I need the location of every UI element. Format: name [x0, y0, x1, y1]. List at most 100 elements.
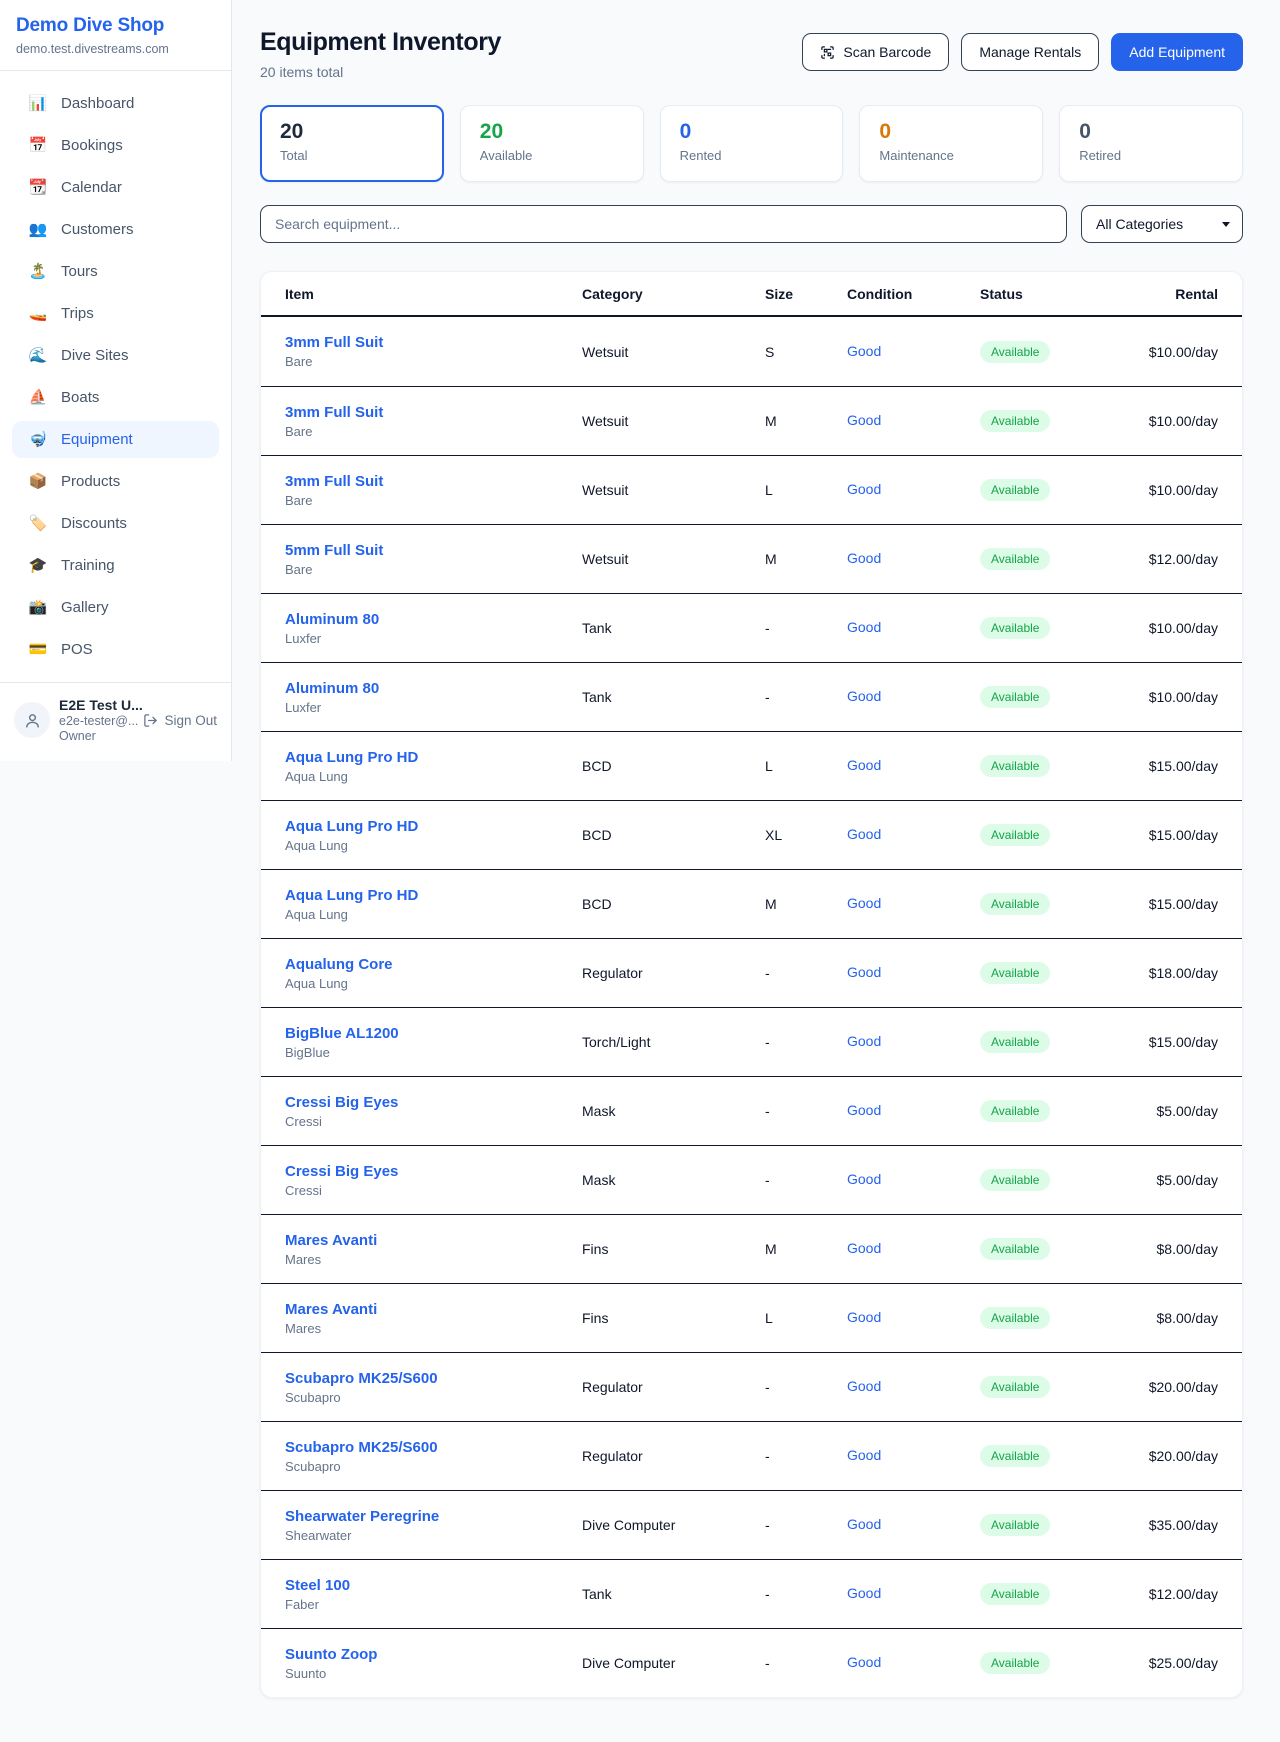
sidebar-item-trips[interactable]: 🚤Trips	[12, 295, 219, 332]
sign-out-button[interactable]: Sign Out	[143, 713, 217, 728]
sidebar-item-equipment[interactable]: 🤿Equipment	[12, 421, 219, 458]
category-cell: Fins	[582, 1241, 765, 1257]
sidebar-item-calendar[interactable]: 📆Calendar	[12, 169, 219, 206]
item-link[interactable]: 3mm Full Suit	[285, 404, 582, 421]
rental-cell: $35.00/day	[1120, 1517, 1218, 1533]
chevron-down-icon	[1222, 222, 1230, 227]
item-cell: Shearwater PeregrineShearwater	[285, 1508, 582, 1543]
condition-link[interactable]: Good	[847, 481, 881, 497]
condition-link[interactable]: Good	[847, 412, 881, 428]
item-link[interactable]: Aqua Lung Pro HD	[285, 749, 582, 766]
manage-rentals-label: Manage Rentals	[979, 44, 1081, 60]
condition-link[interactable]: Good	[847, 1447, 881, 1463]
search-input[interactable]	[260, 205, 1067, 243]
sidebar-item-dashboard[interactable]: 📊Dashboard	[12, 85, 219, 122]
condition-link[interactable]: Good	[847, 343, 881, 359]
condition-link[interactable]: Good	[847, 1102, 881, 1118]
item-link[interactable]: Steel 100	[285, 1577, 582, 1594]
item-link[interactable]: Mares Avanti	[285, 1301, 582, 1318]
user-block: E2E Test U... e2e-tester@... Owner Sign …	[0, 683, 231, 753]
users-icon: 👥	[28, 222, 48, 237]
sidebar-item-bookings[interactable]: 📅Bookings	[12, 127, 219, 164]
condition-link[interactable]: Good	[847, 1309, 881, 1325]
stat-card-maintenance[interactable]: 0Maintenance	[859, 105, 1043, 182]
manage-rentals-button[interactable]: Manage Rentals	[961, 33, 1099, 71]
sidebar-item-boats[interactable]: ⛵Boats	[12, 379, 219, 416]
item-link[interactable]: Cressi Big Eyes	[285, 1163, 582, 1180]
category-select[interactable]: All Categories	[1081, 205, 1243, 243]
speedboat-icon: 🚤	[28, 306, 48, 321]
sidebar-item-discounts[interactable]: 🏷️Discounts	[12, 505, 219, 542]
condition-link[interactable]: Good	[847, 757, 881, 773]
condition-link[interactable]: Good	[847, 826, 881, 842]
scan-barcode-button[interactable]: Scan Barcode	[802, 33, 949, 71]
condition-link[interactable]: Good	[847, 619, 881, 635]
item-link[interactable]: 3mm Full Suit	[285, 334, 582, 351]
condition-link[interactable]: Good	[847, 895, 881, 911]
item-link[interactable]: Aqua Lung Pro HD	[285, 887, 582, 904]
item-link[interactable]: Scubapro MK25/S600	[285, 1370, 582, 1387]
status-badge: Available	[980, 1031, 1050, 1053]
sidebar-item-pos[interactable]: 💳POS	[12, 631, 219, 668]
condition-link[interactable]: Good	[847, 688, 881, 704]
item-link[interactable]: Aqualung Core	[285, 956, 582, 973]
stat-card-rented[interactable]: 0Rented	[660, 105, 844, 182]
condition-link[interactable]: Good	[847, 1033, 881, 1049]
sidebar-item-gallery[interactable]: 📸Gallery	[12, 589, 219, 626]
item-cell: Scubapro MK25/S600Scubapro	[285, 1370, 582, 1405]
status-badge: Available	[980, 755, 1050, 777]
sidebar-item-label: Training	[61, 557, 115, 574]
condition-link[interactable]: Good	[847, 1378, 881, 1394]
item-link[interactable]: 3mm Full Suit	[285, 473, 582, 490]
item-link[interactable]: Aluminum 80	[285, 680, 582, 697]
condition-link[interactable]: Good	[847, 550, 881, 566]
rental-cell: $5.00/day	[1120, 1103, 1218, 1119]
user-role: Owner	[59, 729, 134, 743]
item-link[interactable]: Aluminum 80	[285, 611, 582, 628]
item-brand: Faber	[285, 1597, 582, 1612]
condition-link[interactable]: Good	[847, 1240, 881, 1256]
sidebar-item-customers[interactable]: 👥Customers	[12, 211, 219, 248]
condition-cell: Good	[847, 481, 980, 499]
status-badge: Available	[980, 686, 1050, 708]
item-link[interactable]: Mares Avanti	[285, 1232, 582, 1249]
item-link[interactable]: Scubapro MK25/S600	[285, 1439, 582, 1456]
sidebar-item-tours[interactable]: 🏝️Tours	[12, 253, 219, 290]
item-link[interactable]: Shearwater Peregrine	[285, 1508, 582, 1525]
sidebar-item-products[interactable]: 📦Products	[12, 463, 219, 500]
stat-card-available[interactable]: 20Available	[460, 105, 644, 182]
item-link[interactable]: 5mm Full Suit	[285, 542, 582, 559]
stat-card-total[interactable]: 20Total	[260, 105, 444, 182]
sidebar-item-dive-sites[interactable]: 🌊Dive Sites	[12, 337, 219, 374]
rental-cell: $20.00/day	[1120, 1448, 1218, 1464]
item-cell: Aqua Lung Pro HDAqua Lung	[285, 818, 582, 853]
status-badge: Available	[980, 824, 1050, 846]
table-header-row: ItemCategorySizeConditionStatusRental	[261, 272, 1242, 317]
status-cell: Available	[980, 755, 1120, 777]
condition-link[interactable]: Good	[847, 1171, 881, 1187]
item-link[interactable]: Suunto Zoop	[285, 1646, 582, 1663]
status-cell: Available	[980, 1514, 1120, 1536]
table-row: Steel 100FaberTank-GoodAvailable$12.00/d…	[261, 1559, 1242, 1628]
item-link[interactable]: Cressi Big Eyes	[285, 1094, 582, 1111]
table-row: Aqua Lung Pro HDAqua LungBCDMGoodAvailab…	[261, 869, 1242, 938]
condition-link[interactable]: Good	[847, 1516, 881, 1532]
condition-link[interactable]: Good	[847, 1585, 881, 1601]
sidebar: Demo Dive Shop demo.test.divestreams.com…	[0, 0, 232, 761]
condition-link[interactable]: Good	[847, 964, 881, 980]
sidebar-item-training[interactable]: 🎓Training	[12, 547, 219, 584]
category-cell: BCD	[582, 827, 765, 843]
sidebar-item-label: Gallery	[61, 599, 109, 616]
category-cell: Wetsuit	[582, 344, 765, 360]
item-link[interactable]: Aqua Lung Pro HD	[285, 818, 582, 835]
rental-cell: $10.00/day	[1120, 689, 1218, 705]
item-link[interactable]: BigBlue AL1200	[285, 1025, 582, 1042]
add-equipment-button[interactable]: Add Equipment	[1111, 33, 1243, 71]
condition-link[interactable]: Good	[847, 1654, 881, 1670]
stat-value: 0	[879, 119, 1023, 144]
category-cell: Regulator	[582, 1379, 765, 1395]
brand-name[interactable]: Demo Dive Shop	[16, 15, 215, 37]
stat-card-retired[interactable]: 0Retired	[1059, 105, 1243, 182]
status-cell: Available	[980, 1376, 1120, 1398]
item-brand: Cressi	[285, 1183, 582, 1198]
